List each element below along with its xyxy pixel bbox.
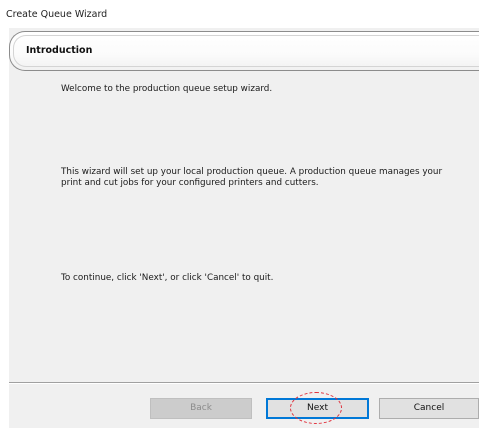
title-bar: Create Queue Wizard (0, 0, 479, 28)
window-title: Create Queue Wizard (6, 9, 108, 20)
welcome-text: Welcome to the production queue setup wi… (61, 84, 273, 94)
cancel-button[interactable]: Cancel (379, 398, 479, 419)
footer-separator (9, 382, 479, 384)
back-button[interactable]: Back (150, 398, 252, 419)
instruction-text: To continue, click 'Next', or click 'Can… (61, 273, 274, 283)
description-line-1: This wizard will set up your local produ… (61, 167, 443, 177)
wizard-window: Create Queue Wizard Introduction Welcome… (0, 0, 479, 428)
description-line-2: print and cut jobs for your configured p… (61, 178, 319, 188)
description-text: This wizard will set up your local produ… (61, 167, 442, 189)
wizard-content-panel (9, 28, 479, 387)
next-button[interactable]: Next (266, 398, 369, 419)
wizard-page-header: Introduction (9, 31, 479, 71)
page-title: Introduction (26, 45, 93, 56)
